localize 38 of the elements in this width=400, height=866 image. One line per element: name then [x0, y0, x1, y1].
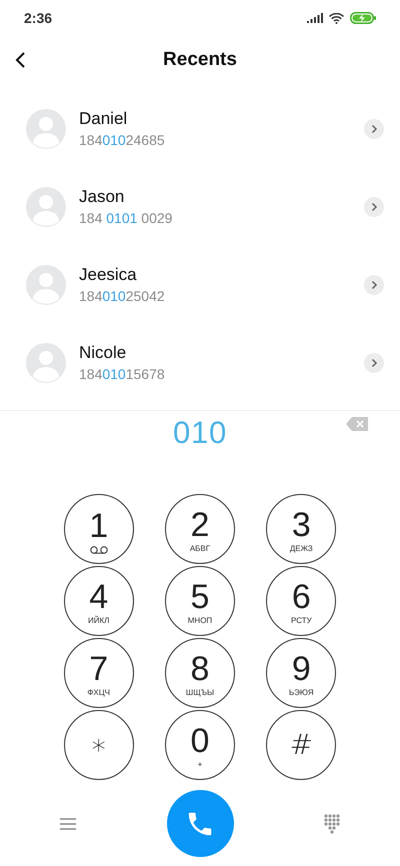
dial-key[interactable]: 9 ЬЭЮЯ	[266, 638, 336, 708]
dial-key[interactable]: 8 ШЩЪЫ	[164, 638, 235, 708]
status-time: 2:36	[24, 8, 52, 28]
contact-name: Daniel	[79, 108, 128, 130]
phone-number: 18401025042	[79, 287, 166, 306]
menu-icon[interactable]	[60, 816, 76, 830]
dial-key[interactable]: 4 ИЙКЛ	[64, 566, 134, 636]
voicemail-icon	[90, 546, 108, 554]
contact-name: Jeesica	[79, 264, 138, 286]
dial-key[interactable]: 2 АБВГ	[164, 494, 235, 564]
battery-icon	[350, 12, 376, 24]
dial-key[interactable]: 1	[64, 494, 134, 564]
back-icon[interactable]	[14, 51, 26, 69]
dial-key[interactable]: ∗	[64, 710, 134, 780]
avatar-icon	[26, 187, 66, 227]
dial-key[interactable]: 5 МНОП	[164, 566, 235, 636]
dial-key[interactable]: 6 РСТУ	[266, 566, 336, 636]
phone-number: 184 0101 0029	[79, 209, 174, 228]
dial-key[interactable]: 3 ДЕЖЗ	[266, 494, 336, 564]
contact-name: Nicole	[79, 342, 128, 364]
dial-key[interactable]: #	[266, 710, 336, 780]
dial-key[interactable]: 0 +	[164, 710, 235, 780]
signal-icon	[307, 13, 323, 23]
chevron-icon[interactable]	[364, 275, 384, 295]
contact-name: Jason	[79, 186, 126, 208]
dial-key[interactable]: 7 ФХЦЧ	[64, 638, 134, 708]
dialed-number: 010	[172, 414, 228, 452]
dialpad-icon[interactable]	[324, 814, 340, 834]
phone-number: 18401024685	[79, 131, 166, 150]
wifi-icon	[329, 12, 344, 24]
chevron-icon[interactable]	[364, 197, 384, 217]
page-title: Recents	[163, 48, 237, 72]
chevron-icon[interactable]	[364, 119, 384, 139]
avatar-icon	[26, 343, 66, 383]
avatar-icon	[26, 265, 66, 305]
avatar-icon	[26, 109, 66, 149]
chevron-icon[interactable]	[364, 353, 384, 373]
phone-number: 18401015678	[79, 365, 166, 384]
